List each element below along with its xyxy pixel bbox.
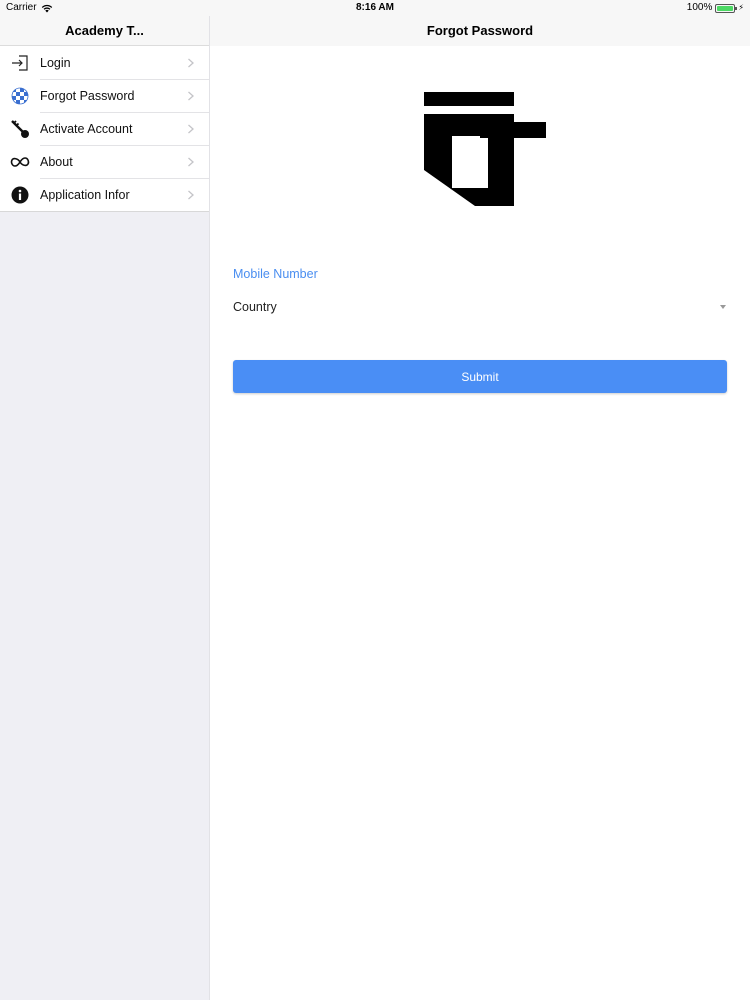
sidebar-item-label: Application Infor <box>40 187 130 202</box>
sidebar-item-forgot-password[interactable]: Forgot Password <box>0 79 209 112</box>
app-logo-icon <box>424 92 546 206</box>
checkered-ball-icon <box>10 86 30 106</box>
status-bar: Carrier 8:16 AM 100% ⚡ <box>0 0 750 16</box>
infinity-icon <box>10 152 30 172</box>
chevron-right-icon <box>188 91 194 100</box>
country-select[interactable]: Country <box>233 294 728 320</box>
chevron-right-icon <box>188 157 194 166</box>
battery-percent: 100% <box>686 2 713 13</box>
info-circle-icon <box>10 185 30 205</box>
charging-bolt-icon: ⚡ <box>738 3 744 12</box>
page-title: Forgot Password <box>210 16 750 46</box>
chevron-right-icon <box>188 58 194 67</box>
mobile-number-label: Mobile Number <box>233 267 318 281</box>
sidebar-item-label: Login <box>40 55 71 70</box>
login-arrow-icon <box>10 53 30 73</box>
battery-fill <box>717 5 734 11</box>
chevron-right-icon <box>188 190 194 199</box>
battery-icon <box>715 3 738 13</box>
battery-cap <box>735 6 738 10</box>
sidebar-item-login[interactable]: Login <box>0 46 209 79</box>
sidebar: Academy T... Login Forgot Password Activ… <box>0 16 210 1000</box>
main-content: Forgot Password Mobile Number Country Su… <box>210 16 750 1000</box>
sidebar-title: Academy T... <box>0 16 209 46</box>
status-right: 100% ⚡ <box>687 0 744 16</box>
dropdown-arrow-icon <box>720 305 726 309</box>
sidebar-item-application-info[interactable]: Application Infor <box>0 178 209 211</box>
key-icon <box>10 119 30 139</box>
sidebar-item-activate-account[interactable]: Activate Account <box>0 112 209 145</box>
status-time: 8:16 AM <box>356 2 394 13</box>
sidebar-item-label: About <box>40 154 73 169</box>
submit-button[interactable]: Submit <box>233 360 727 393</box>
sidebar-item-label: Forgot Password <box>40 88 135 103</box>
sidebar-menu: Login Forgot Password Activate Account A… <box>0 46 209 212</box>
country-select-value: Country <box>233 300 277 314</box>
chevron-right-icon <box>188 124 194 133</box>
sidebar-item-label: Activate Account <box>40 121 133 136</box>
sidebar-item-about[interactable]: About <box>0 145 209 178</box>
